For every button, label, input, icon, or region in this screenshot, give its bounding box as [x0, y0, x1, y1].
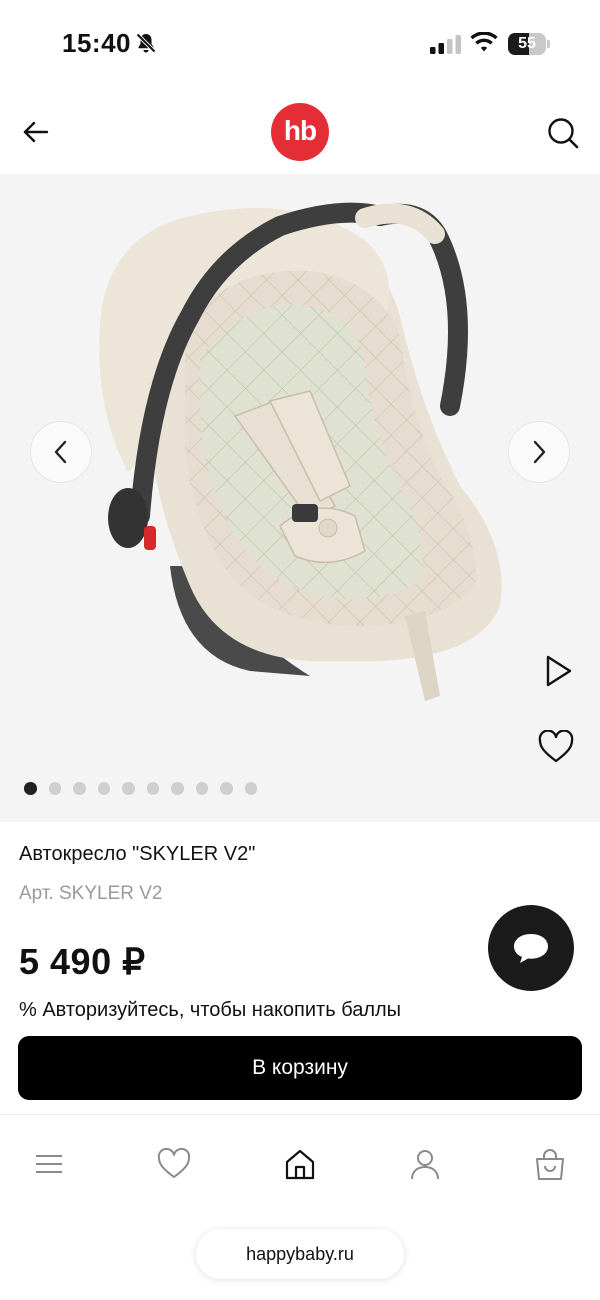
product-gallery[interactable] [0, 174, 600, 822]
gallery-dot[interactable] [73, 782, 86, 795]
favorites-heart-icon[interactable] [157, 1147, 191, 1181]
gallery-dot[interactable] [244, 782, 257, 795]
site-header: hb [0, 90, 600, 174]
search-icon[interactable] [546, 116, 580, 150]
gallery-next-button[interactable] [508, 421, 570, 483]
brand-logo[interactable]: hb [271, 103, 329, 161]
back-arrow-icon[interactable] [22, 118, 50, 146]
profile-icon[interactable] [408, 1147, 442, 1181]
loyalty-points-link[interactable]: % Авторизуйтесь, чтобы накопить баллы [19, 999, 401, 1022]
product-article: Арт. SKYLER V2 [19, 883, 163, 904]
status-bar: 15:40 55 [0, 0, 600, 90]
product-title: Автокресло "SKYLER V2" [19, 843, 256, 865]
chat-button[interactable] [488, 905, 574, 991]
bottom-navigation [0, 1114, 600, 1214]
gallery-dot[interactable] [171, 782, 184, 795]
product-price: 5 490 ₽ [19, 941, 146, 982]
product-page: 15:40 55 hb Автокресло "SKYLER V2" Арт. … [0, 0, 600, 1300]
gallery-pagination [24, 782, 257, 796]
muted-bell-icon [136, 33, 156, 53]
battery-indicator: 55 [508, 33, 550, 55]
chat-bubble-icon [514, 934, 548, 963]
gallery-prev-button[interactable] [30, 421, 92, 483]
gallery-dot[interactable] [97, 782, 110, 795]
cellular-signal-icon [430, 35, 461, 54]
gallery-dot[interactable] [48, 782, 61, 795]
browser-url-bar[interactable]: happybaby.ru [196, 1229, 404, 1279]
menu-icon[interactable] [32, 1147, 66, 1181]
play-video-icon[interactable] [542, 654, 574, 688]
home-icon[interactable] [283, 1147, 317, 1181]
add-to-cart-button[interactable]: В корзину [18, 1036, 582, 1100]
wifi-icon [470, 32, 498, 52]
status-time: 15:40 [62, 28, 131, 58]
gallery-dot[interactable] [24, 782, 37, 795]
gallery-dot[interactable] [220, 782, 233, 795]
chevron-left-icon [54, 440, 67, 464]
gallery-dot[interactable] [122, 782, 135, 795]
gallery-dot[interactable] [195, 782, 208, 795]
shopping-bag-icon[interactable] [533, 1147, 567, 1181]
car-seat-image [99, 202, 502, 701]
favorite-heart-icon[interactable] [538, 730, 574, 764]
chevron-right-icon [533, 440, 546, 464]
gallery-dot[interactable] [146, 782, 159, 795]
